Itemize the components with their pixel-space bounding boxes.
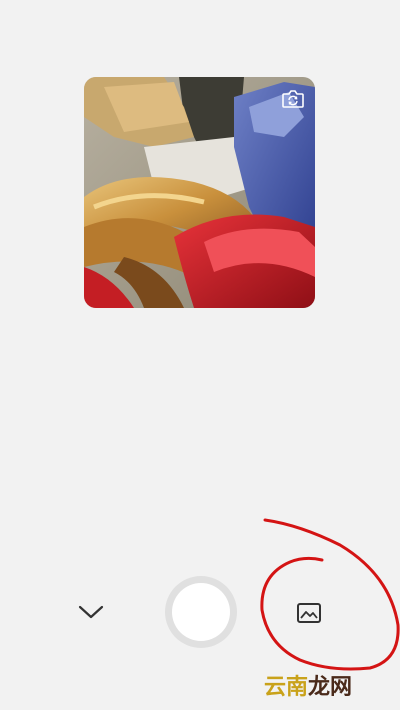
shutter-inner — [172, 583, 230, 641]
watermark-part1: 云南 — [264, 675, 309, 700]
chevron-down-icon — [78, 605, 104, 619]
watermark-part2: 龙网 — [308, 675, 353, 700]
camera-switch-icon[interactable] — [281, 89, 305, 109]
camera-screen: 云南龙网 — [0, 0, 400, 710]
image-gallery-icon — [297, 603, 321, 623]
camera-preview — [84, 77, 315, 308]
watermark: 云南龙网 — [264, 669, 352, 701]
preview-image — [84, 77, 315, 308]
collapse-button[interactable] — [74, 597, 108, 627]
gallery-button[interactable] — [294, 600, 324, 626]
shutter-button[interactable] — [165, 576, 237, 648]
